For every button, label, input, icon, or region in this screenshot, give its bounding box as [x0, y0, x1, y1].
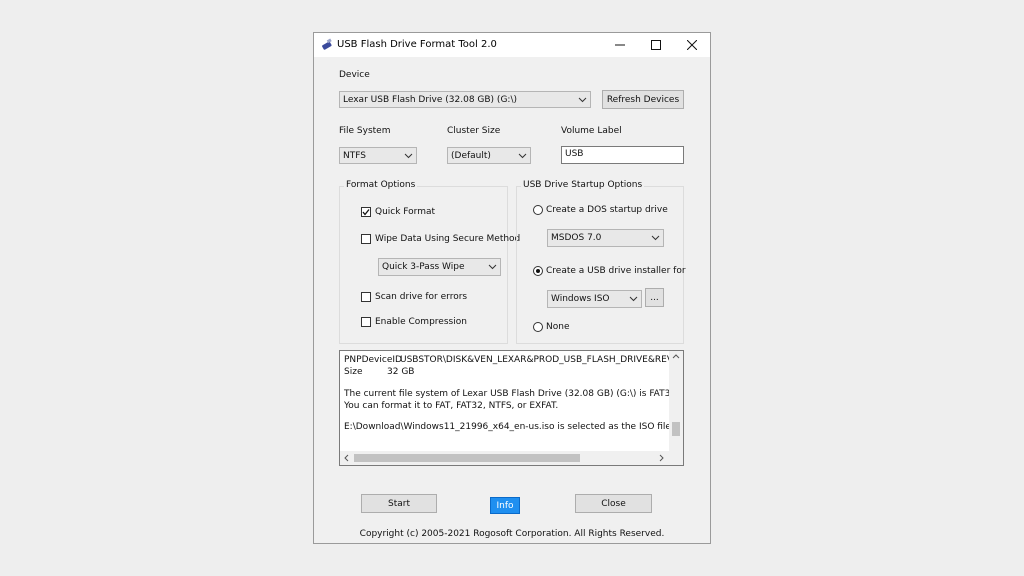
- device-select[interactable]: Lexar USB Flash Drive (32.08 GB) (G:\): [339, 91, 591, 108]
- format-options-title: Format Options: [344, 180, 418, 190]
- title-bar[interactable]: USB Flash Drive Format Tool 2.0: [314, 33, 710, 57]
- close-button[interactable]: Close: [575, 494, 652, 513]
- copyright-text: Copyright (c) 2005-2021 Rogosoft Corpora…: [359, 529, 665, 539]
- chevron-down-icon: [488, 264, 497, 270]
- none-radio[interactable]: [533, 322, 543, 332]
- enable-compression-checkbox[interactable]: [361, 317, 371, 327]
- info-current-fs: The current file system of Lexar USB Fla…: [344, 389, 679, 399]
- info-size-value: 32 GB: [387, 367, 415, 377]
- checkmark-icon: [362, 209, 370, 216]
- info-pnp-key: PNPDeviceID: [344, 355, 402, 365]
- browse-iso-button[interactable]: ...: [645, 288, 664, 307]
- wipe-method-select[interactable]: Quick 3-Pass Wipe: [378, 258, 501, 276]
- startup-options-title: USB Drive Startup Options: [521, 180, 645, 190]
- scan-errors-checkbox[interactable]: [361, 292, 371, 302]
- usb-installer-radio[interactable]: [533, 266, 543, 276]
- refresh-devices-button[interactable]: Refresh Devices: [602, 90, 684, 109]
- minimize-icon: [615, 44, 625, 46]
- close-icon: [687, 40, 697, 50]
- quick-format-label: Quick Format: [375, 207, 436, 217]
- info-pnp-value: USBSTOR\DISK&VEN_LEXAR&PROD_USB_FLASH_DR…: [400, 355, 684, 365]
- scan-errors-label: Scan drive for errors: [375, 292, 468, 302]
- maximize-button[interactable]: [638, 33, 674, 57]
- installer-type-select-value: Windows ISO: [551, 294, 610, 304]
- device-label: Device: [339, 70, 370, 80]
- quick-format-checkbox[interactable]: [361, 207, 371, 217]
- file-system-select-value: NTFS: [343, 151, 366, 161]
- format-tool-window: USB Flash Drive Format Tool 2.0 Device L…: [313, 32, 711, 544]
- vertical-scroll-thumb[interactable]: [672, 422, 680, 436]
- wipe-data-checkbox[interactable]: [361, 234, 371, 244]
- startup-options-group: USB Drive Startup Options Create a DOS s…: [516, 180, 686, 344]
- wipe-method-select-value: Quick 3-Pass Wipe: [382, 262, 465, 272]
- chevron-down-icon: [651, 235, 660, 241]
- format-options-group: Format Options Quick Format Wipe Data Us…: [339, 180, 520, 344]
- horizontal-scroll-thumb[interactable]: [354, 454, 580, 462]
- maximize-icon: [651, 40, 661, 50]
- enable-compression-label: Enable Compression: [375, 317, 467, 327]
- info-format-hint: You can format it to FAT, FAT32, NTFS, o…: [344, 401, 559, 411]
- chevron-left-icon: [344, 454, 349, 462]
- dos-startup-radio[interactable]: [533, 205, 543, 215]
- start-button[interactable]: Start: [361, 494, 437, 513]
- chevron-down-icon: [629, 296, 638, 302]
- volume-label-label: Volume Label: [561, 126, 622, 136]
- file-system-select[interactable]: NTFS: [339, 147, 417, 164]
- cluster-size-select[interactable]: (Default): [447, 147, 531, 164]
- dos-version-select-value: MSDOS 7.0: [551, 233, 602, 243]
- device-select-value: Lexar USB Flash Drive (32.08 GB) (G:\): [343, 95, 517, 105]
- cluster-size-label: Cluster Size: [447, 126, 501, 136]
- chevron-up-icon: [672, 354, 680, 359]
- chevron-down-icon: [518, 153, 527, 159]
- none-label: None: [546, 322, 570, 332]
- dos-version-select[interactable]: MSDOS 7.0: [547, 229, 664, 247]
- dos-startup-label: Create a DOS startup drive: [546, 205, 668, 215]
- horizontal-scrollbar[interactable]: [340, 451, 683, 465]
- minimize-button[interactable]: [602, 33, 638, 57]
- close-window-button[interactable]: [674, 33, 710, 57]
- window-title: USB Flash Drive Format Tool 2.0: [337, 39, 497, 50]
- usb-installer-label: Create a USB drive installer for: [546, 266, 686, 276]
- wipe-data-label: Wipe Data Using Secure Method: [375, 234, 521, 244]
- chevron-down-icon: [578, 97, 587, 103]
- installer-type-select[interactable]: Windows ISO: [547, 290, 642, 308]
- file-system-label: File System: [339, 126, 391, 136]
- chevron-right-icon: [659, 454, 664, 462]
- usb-drive-icon: [322, 38, 332, 50]
- chevron-down-icon: [404, 153, 413, 159]
- info-button[interactable]: Info: [490, 497, 520, 514]
- vertical-scrollbar[interactable]: [669, 351, 683, 451]
- info-iso-selected: E:\Download\Windows11_21996_x64_en-us.is…: [344, 422, 674, 432]
- volume-label-input[interactable]: USB: [561, 146, 684, 164]
- info-size-key: Size: [344, 367, 363, 377]
- info-text-box[interactable]: PNPDeviceID USBSTOR\DISK&VEN_LEXAR&PROD_…: [339, 350, 684, 466]
- cluster-size-select-value: (Default): [451, 151, 491, 161]
